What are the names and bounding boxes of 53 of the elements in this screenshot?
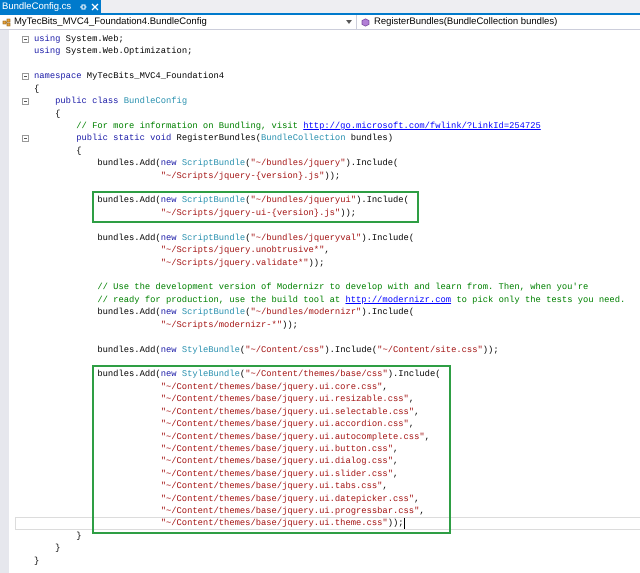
code-line: "~/Scripts/modernizr-*")); [160, 318, 298, 332]
code-line: "~/Content/themes/base/jquery.ui.datepicker.css", [160, 492, 420, 506]
code-line: "~/Content/themes/base/jquery.ui.progressbar.css", [160, 505, 425, 518]
code-line: "~/Scripts/jquery.unobtrusive*", [160, 244, 330, 257]
collapse-icon[interactable] [22, 36, 28, 43]
close-icon[interactable] [91, 2, 100, 10]
code-line: "~/Content/themes/base/jquery.ui.resizable.css", [160, 393, 414, 406]
text-cursor [404, 518, 405, 530]
code-link[interactable]: http://go.microsoft.com/fwlink/?LinkId=254725 [303, 120, 541, 131]
code-line: bundles.Add(new StyleBundle("~/Content/themes/base/css").Include( [96, 368, 441, 381]
code-line: "~/Content/themes/base/jquery.ui.selectable.css", [160, 406, 420, 418]
code-line: using System.Web.Optimization; [34, 45, 192, 58]
code-line: // Use the development version of Modernizr to develop with and learn from. Then, when you're [96, 281, 588, 294]
member-dropdown[interactable]: RegisterBundles(BundleCollection bundles) [357, 15, 640, 29]
code-line: namespace MyTecBits_MVC4_Foundation4 [34, 70, 224, 83]
code-line: using System.Web; [34, 33, 124, 46]
method-icon [361, 18, 370, 26]
code-line: "~/Scripts/jquery-ui-{version}.js")); [160, 206, 356, 220]
code-line: { [75, 144, 82, 158]
code-line: bundles.Add(new StyleBundle("~/Content/css").Include("~/Content/site.css")); [96, 344, 499, 356]
type-dropdown[interactable]: MyTecBits_MVC4_Foundation4.BundleConfig [0, 15, 357, 29]
code-link[interactable]: http://modernizr.com [345, 294, 452, 305]
code-line: } [75, 530, 82, 542]
code-line: "~/Content/themes/base/jquery.ui.tabs.css", [160, 480, 388, 493]
code-line: } [54, 542, 60, 555]
code-line: "~/Content/themes/base/jquery.ui.button.css", [160, 442, 398, 456]
code-line: public class BundleConfig [54, 95, 188, 108]
caret-icon [346, 20, 352, 24]
code-line: { [54, 108, 60, 120]
code-line: "~/Content/themes/base/jquery.ui.slider.css", [160, 468, 398, 480]
code-line: "~/Content/themes/base/jquery.ui.autocomplete.css", [160, 430, 430, 443]
code-line: // For more information on Bundling, visit http://go.microsoft.com/fwlink/?LinkId=254725 [75, 120, 541, 132]
code-line: "~/Content/themes/base/jquery.ui.core.css", [160, 380, 388, 394]
code-line: { [34, 82, 40, 96]
collapse-icon[interactable] [22, 98, 28, 105]
tab-title: BundleConfig.cs [2, 2, 72, 12]
code-line: bundles.Add(new ScriptBundle("~/bundles/modernizr").Include( [96, 306, 414, 319]
collapse-icon[interactable] [22, 135, 28, 142]
pin-icon[interactable] [79, 2, 88, 10]
code-line: "~/Content/themes/base/jquery.ui.dialog.css", [160, 455, 398, 468]
code-line: "~/Scripts/jquery.validate*")); [160, 256, 324, 270]
code-line: bundles.Add(new ScriptBundle("~/bundles/jquery").Include( [96, 157, 398, 170]
code-line: "~/Scripts/jquery-{version}.js")); [160, 170, 340, 182]
code-line: bundles.Add(new ScriptBundle("~/bundles/jqueryval").Include( [96, 232, 414, 244]
code-line: bundles.Add(new ScriptBundle("~/bundles/jqueryui").Include( [96, 194, 409, 207]
code-line: "~/Content/themes/base/jquery.ui.accordion.css", [160, 418, 414, 431]
code-line: // ready for production, use the build tool at http://modernizr.com to pick only the tests you need. [96, 294, 626, 306]
code-line: public static void RegisterBundles(BundleCollection bundles) [75, 132, 393, 145]
code-line: "~/Content/themes/base/jquery.ui.theme.css")); [160, 517, 404, 530]
collapse-icon[interactable] [22, 72, 28, 80]
editor-tab[interactable]: BundleConfig.cs [0, 0, 102, 13]
code-line: } [34, 554, 40, 568]
class-icon [2, 18, 11, 26]
